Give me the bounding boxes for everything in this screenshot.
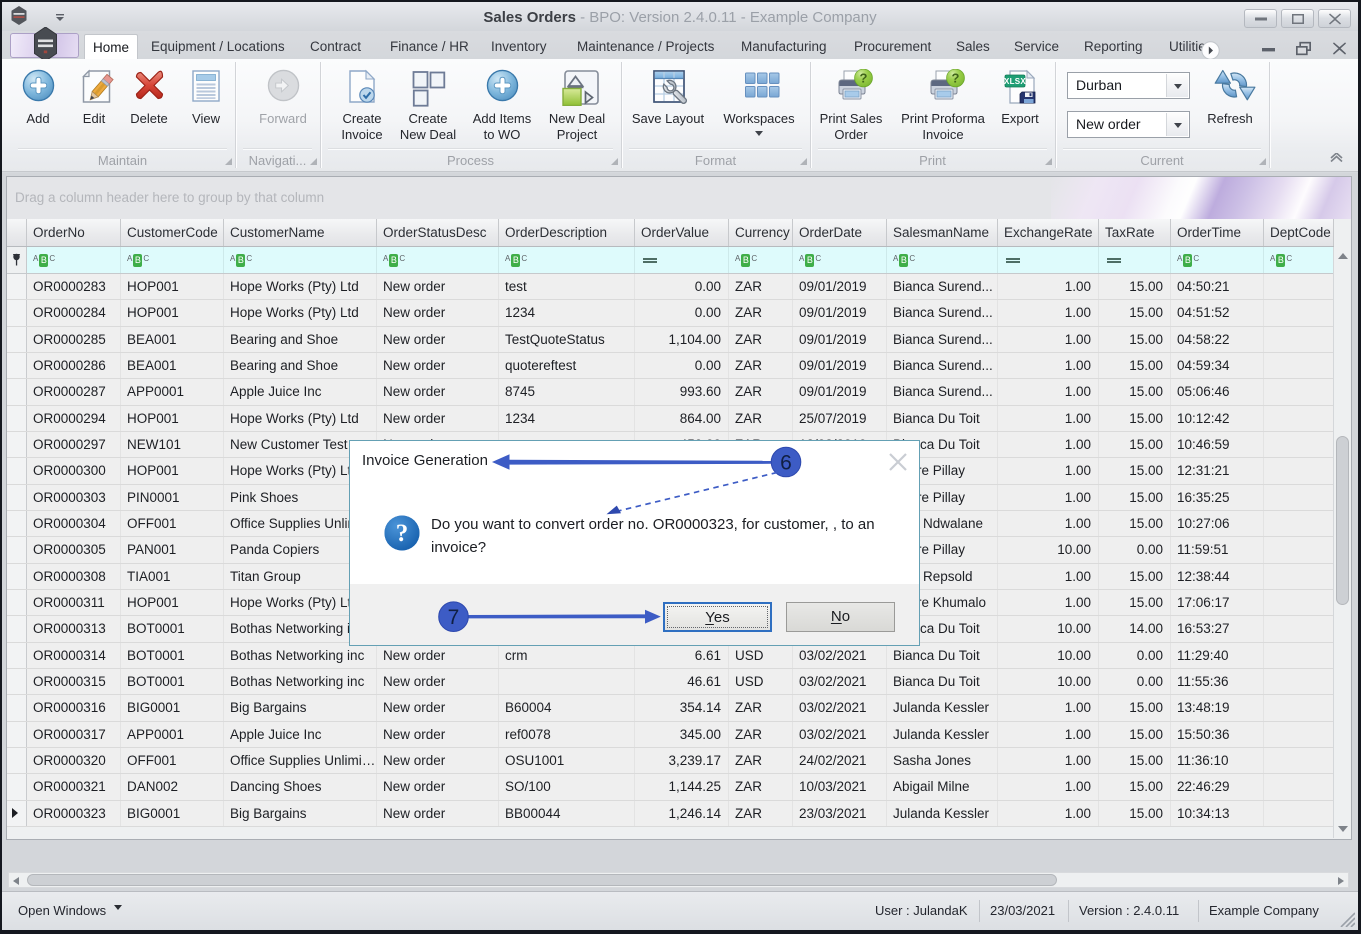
- svg-text:6: 6: [780, 452, 792, 475]
- svg-text:7: 7: [448, 606, 460, 629]
